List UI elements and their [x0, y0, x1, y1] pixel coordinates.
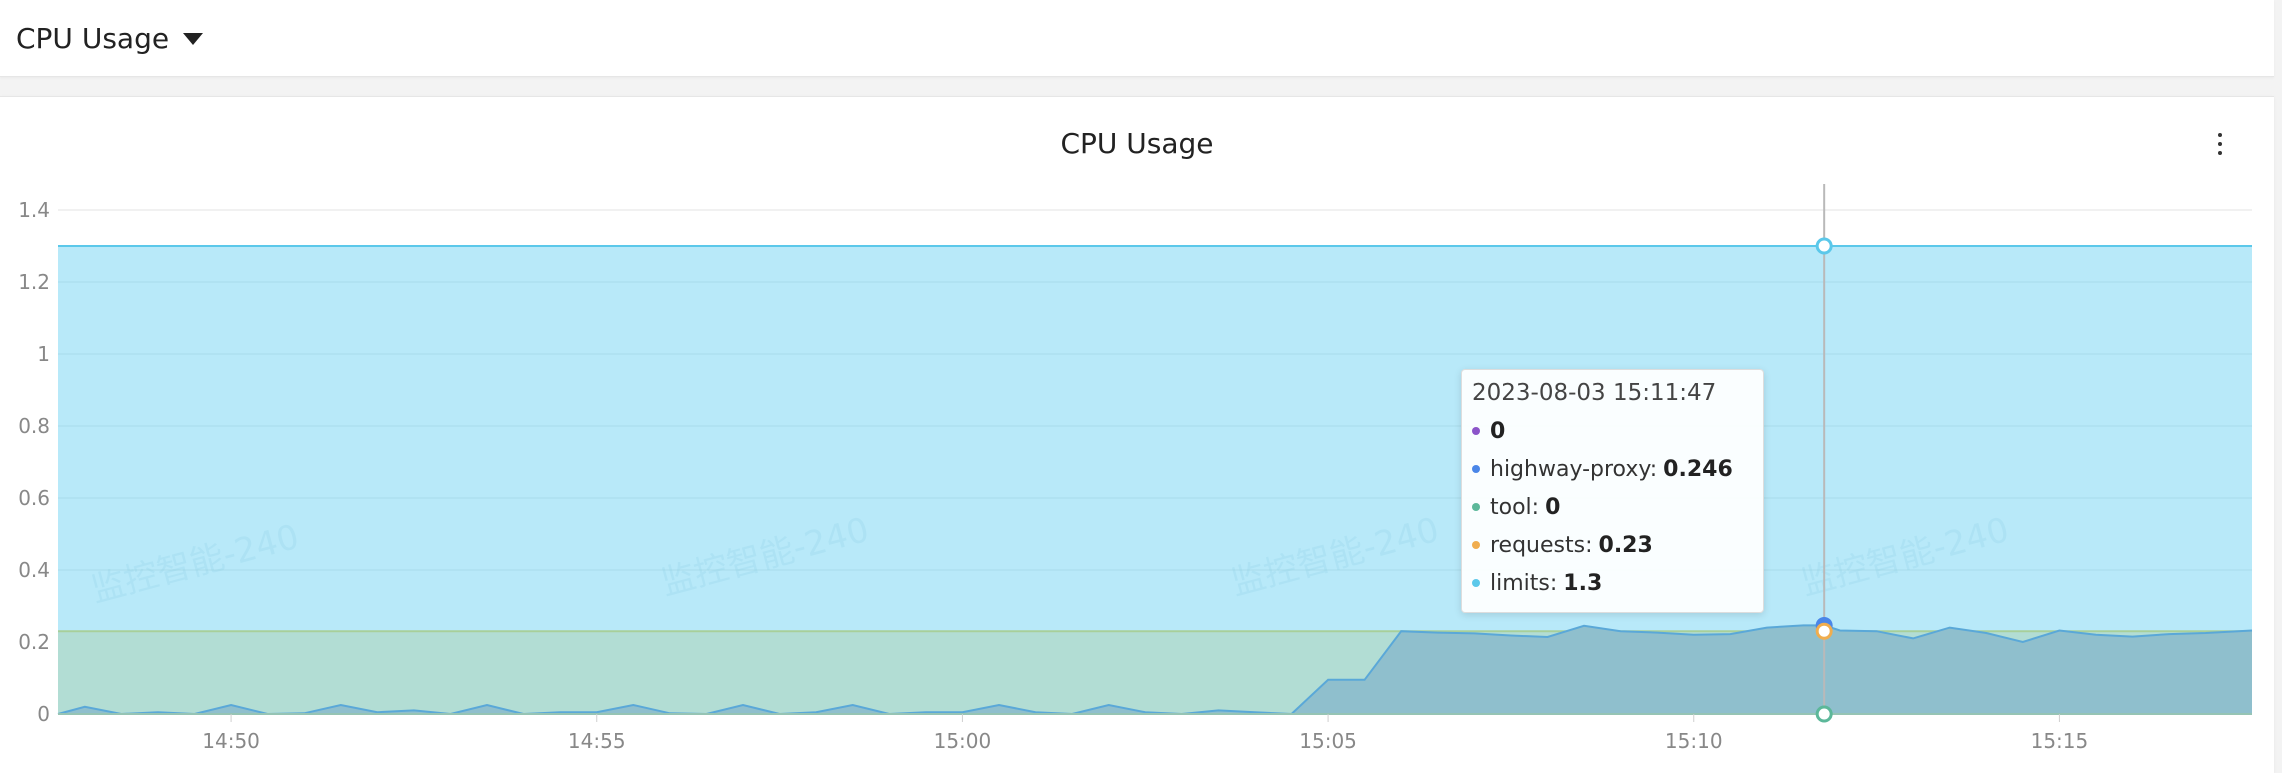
y-tick-label: 0.8 — [18, 414, 50, 438]
tooltip-row: requests: 0.23 — [1472, 526, 1753, 564]
y-tick-label: 0.6 — [18, 486, 50, 510]
series-dot-icon — [1472, 503, 1480, 511]
panel-selector-dropdown[interactable]: CPU Usage — [16, 18, 204, 58]
x-tick-label: 15:05 — [1299, 729, 1357, 753]
y-tick-label: 0.4 — [18, 558, 50, 582]
y-tick-label: 1.4 — [18, 198, 50, 222]
cpu-usage-chart[interactable]: 00.20.40.60.811.21.4监控智能-240 监控智能-240 监控智能… — [0, 97, 2274, 773]
chart-tooltip: 2023-08-03 15:11:47 0 highway-proxy: 0.246… — [1461, 369, 1764, 613]
limits-marker — [1815, 237, 1833, 255]
chart-panel: CPU Usage 0 0.2 0.4 0.6 0.8 1 1.2 1.4 监控智能-240 监控… — [0, 96, 2274, 773]
header-bar: CPU Usage — [0, 0, 2274, 77]
series-dot-icon — [1472, 465, 1480, 473]
x-tick-label: 15:00 — [934, 729, 992, 753]
y-tick-label: 1.2 — [18, 270, 50, 294]
tooltip-time: 2023-08-03 15:11:47 — [1472, 380, 1717, 406]
tooltip-series-label: highway-proxy: — [1490, 456, 1658, 482]
tooltip-row: 0 — [1472, 412, 1753, 450]
x-tick-label: 15:15 — [2031, 729, 2089, 753]
series-dot-icon — [1472, 579, 1480, 587]
series-dot-icon — [1472, 541, 1480, 549]
x-tick-label: 14:55 — [568, 729, 626, 753]
y-tick-label: 1 — [37, 342, 50, 366]
tooltip-series-label: tool: — [1490, 494, 1540, 520]
x-tick-label: 15:10 — [1665, 729, 1723, 753]
y-tick-label: 0.2 — [18, 630, 50, 654]
tooltip-row: highway-proxy: 0.246 — [1472, 450, 1753, 488]
series-dot-icon — [1472, 427, 1480, 435]
tooltip-series-label: requests: — [1490, 532, 1593, 558]
tooltip-row: limits: 1.3 — [1472, 564, 1753, 602]
panel-selector-label: CPU Usage — [16, 21, 170, 55]
tool-marker — [1815, 705, 1833, 723]
tooltip-series-value: 0 — [1490, 418, 1506, 444]
tooltip-series-label: limits: — [1490, 570, 1558, 596]
tooltip-series-value: 0.23 — [1598, 532, 1653, 558]
x-tick-label: 14:50 — [202, 729, 260, 753]
tooltip-series-value: 1.3 — [1563, 570, 1603, 596]
y-tick-label: 0 — [37, 702, 50, 726]
tooltip-row: tool: 0 — [1472, 488, 1753, 526]
tooltip-series-value: 0.246 — [1663, 456, 1733, 482]
requests-marker — [1815, 622, 1833, 640]
caret-down-icon — [183, 33, 204, 45]
tooltip-series-value: 0 — [1545, 494, 1561, 520]
